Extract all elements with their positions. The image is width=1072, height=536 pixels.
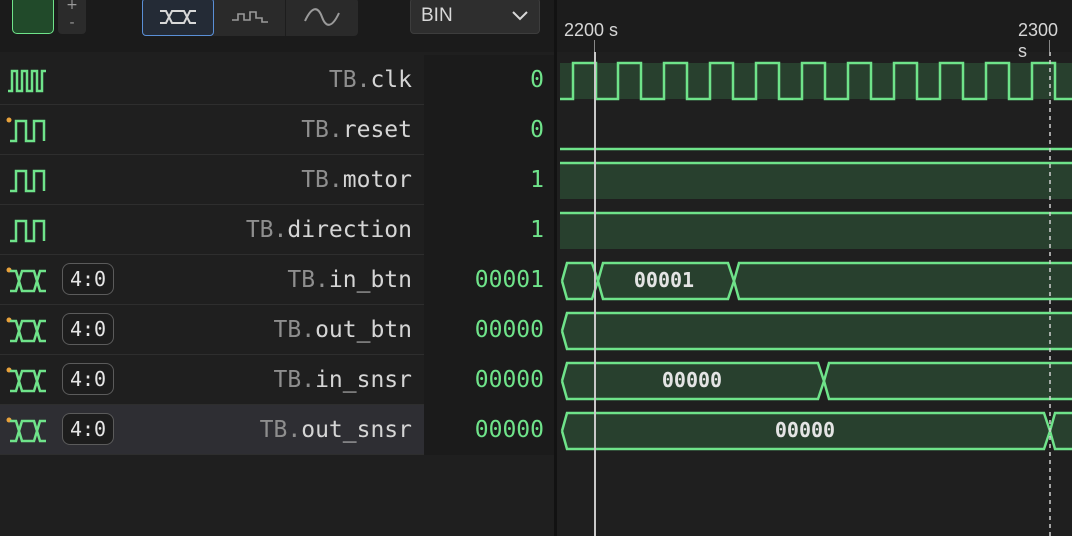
time-tick <box>594 40 595 52</box>
step-mode-icon <box>231 11 268 23</box>
bus-mode-icon <box>160 10 196 24</box>
signal-label: clk <box>370 67 412 93</box>
signal-scope: TB. <box>245 217 288 243</box>
signal-row-in-btn[interactable]: 4:0 TB.in_btn 00001 <box>0 255 554 305</box>
signal-row-out-btn[interactable]: 4:0 TB.out_btn 00000 <box>0 305 554 355</box>
bus-value-label: 00001 <box>634 268 694 292</box>
value-cell: 00001 <box>424 255 554 305</box>
signal-value: 0 <box>530 117 544 143</box>
signal-value: 1 <box>530 217 544 243</box>
signal-label: motor <box>342 167 412 193</box>
signal-label: in_snsr <box>315 367 412 393</box>
signal-scope: TB. <box>273 367 316 393</box>
signal-value: 1 <box>530 167 544 193</box>
signal-name: TB.out_btn <box>274 305 412 355</box>
clk-fill <box>560 63 1072 99</box>
signal-value: 00000 <box>474 367 544 393</box>
stepper-plus-button[interactable]: + <box>58 0 86 14</box>
signal-name: TB.in_snsr <box>274 355 412 405</box>
signal-label: out_btn <box>315 317 412 343</box>
signal-row-in-snsr[interactable]: 4:0 TB.in_snsr 00000 <box>0 355 554 405</box>
step-mode-button[interactable] <box>214 0 286 36</box>
signal-name: TB.motor <box>301 155 412 205</box>
analog-mode-icon <box>304 8 340 26</box>
signal-scope: TB. <box>301 117 343 143</box>
signal-scope: TB. <box>259 417 302 443</box>
height-stepper[interactable]: + - <box>58 0 86 34</box>
in-btn-segment-2 <box>734 263 1072 299</box>
signal-row-motor[interactable]: TB.motor 1 <box>0 155 554 205</box>
signal-scope: TB. <box>301 167 343 193</box>
time-label: 2200 s <box>564 20 619 40</box>
toolbar: + - BIN <box>0 0 556 52</box>
bit-width-badge: 4:0 <box>62 313 114 345</box>
signal-scope: TB. <box>328 67 371 93</box>
signal-value: 00001 <box>474 267 544 293</box>
timeline-ruler[interactable]: 2200 s 2300 s <box>556 0 1072 61</box>
bit-signal-icon <box>6 117 46 143</box>
waveform-canvas[interactable]: 00001 00000 00000 <box>557 52 1072 536</box>
signal-name: TB.out_snsr <box>260 405 412 455</box>
bit-width-badge: 4:0 <box>62 263 114 295</box>
bus-value-label: 00000 <box>775 418 835 442</box>
bus-value-label: 00000 <box>662 368 722 392</box>
signal-label: out_snsr <box>301 417 412 443</box>
time-tick <box>1049 40 1050 52</box>
value-cell: 1 <box>424 205 554 255</box>
value-cell: 0 <box>424 105 554 155</box>
value-cell: 0 <box>424 55 554 105</box>
clock-signal-icon <box>8 69 46 93</box>
value-cell: 00000 <box>424 305 554 355</box>
color-swatch[interactable] <box>12 0 54 34</box>
signal-value: 00000 <box>474 417 544 443</box>
signal-label: direction <box>287 217 412 243</box>
bit-width-badge: 4:0 <box>62 413 114 445</box>
signal-row-clk[interactable]: TB.clk 0 <box>0 55 554 105</box>
bit-signal-icon <box>10 169 46 193</box>
signal-value: 0 <box>530 67 544 93</box>
waveform-fills <box>560 63 1072 449</box>
analog-mode-button[interactable] <box>286 0 358 36</box>
signal-list: TB.clk 0 TB.reset 0 TB.motor 1 TB.direct… <box>0 55 554 455</box>
bus-signal-icon <box>6 417 46 443</box>
bit-width-badge: 4:0 <box>62 363 114 395</box>
stepper-minus-button[interactable]: - <box>58 14 86 32</box>
signal-value: 00000 <box>474 317 544 343</box>
signal-label: reset <box>342 117 412 143</box>
value-cell: 1 <box>424 155 554 205</box>
motor-fill <box>560 163 1072 199</box>
bus-mode-button[interactable] <box>142 0 214 36</box>
bit-signal-icon <box>10 219 46 243</box>
signal-label: in_btn <box>328 267 412 293</box>
signal-name: TB.direction <box>246 205 412 255</box>
radix-select[interactable]: BIN <box>410 0 540 34</box>
chevron-down-icon <box>512 11 528 21</box>
signal-name: TB.in_btn <box>287 255 412 305</box>
out-btn-segment-0 <box>562 313 1072 349</box>
signal-name: TB.clk <box>329 55 412 105</box>
signal-scope: TB. <box>287 267 329 293</box>
direction-fill <box>560 213 1072 249</box>
signal-row-direction[interactable]: TB.direction 1 <box>0 205 554 255</box>
value-cell: 00000 <box>424 355 554 405</box>
bus-signal-icon <box>6 267 46 293</box>
in-snsr-segment-1 <box>824 363 1072 399</box>
radix-value: BIN <box>421 5 453 26</box>
signal-row-reset[interactable]: TB.reset 0 <box>0 105 554 155</box>
signal-name: TB.reset <box>301 105 412 155</box>
signal-scope: TB. <box>273 317 316 343</box>
display-mode-group <box>142 0 358 36</box>
bus-signal-icon <box>6 317 46 343</box>
bus-signal-icon <box>6 367 46 393</box>
signal-row-out-snsr[interactable]: 4:0 TB.out_snsr 00000 <box>0 405 554 455</box>
value-cell: 00000 <box>424 405 554 455</box>
